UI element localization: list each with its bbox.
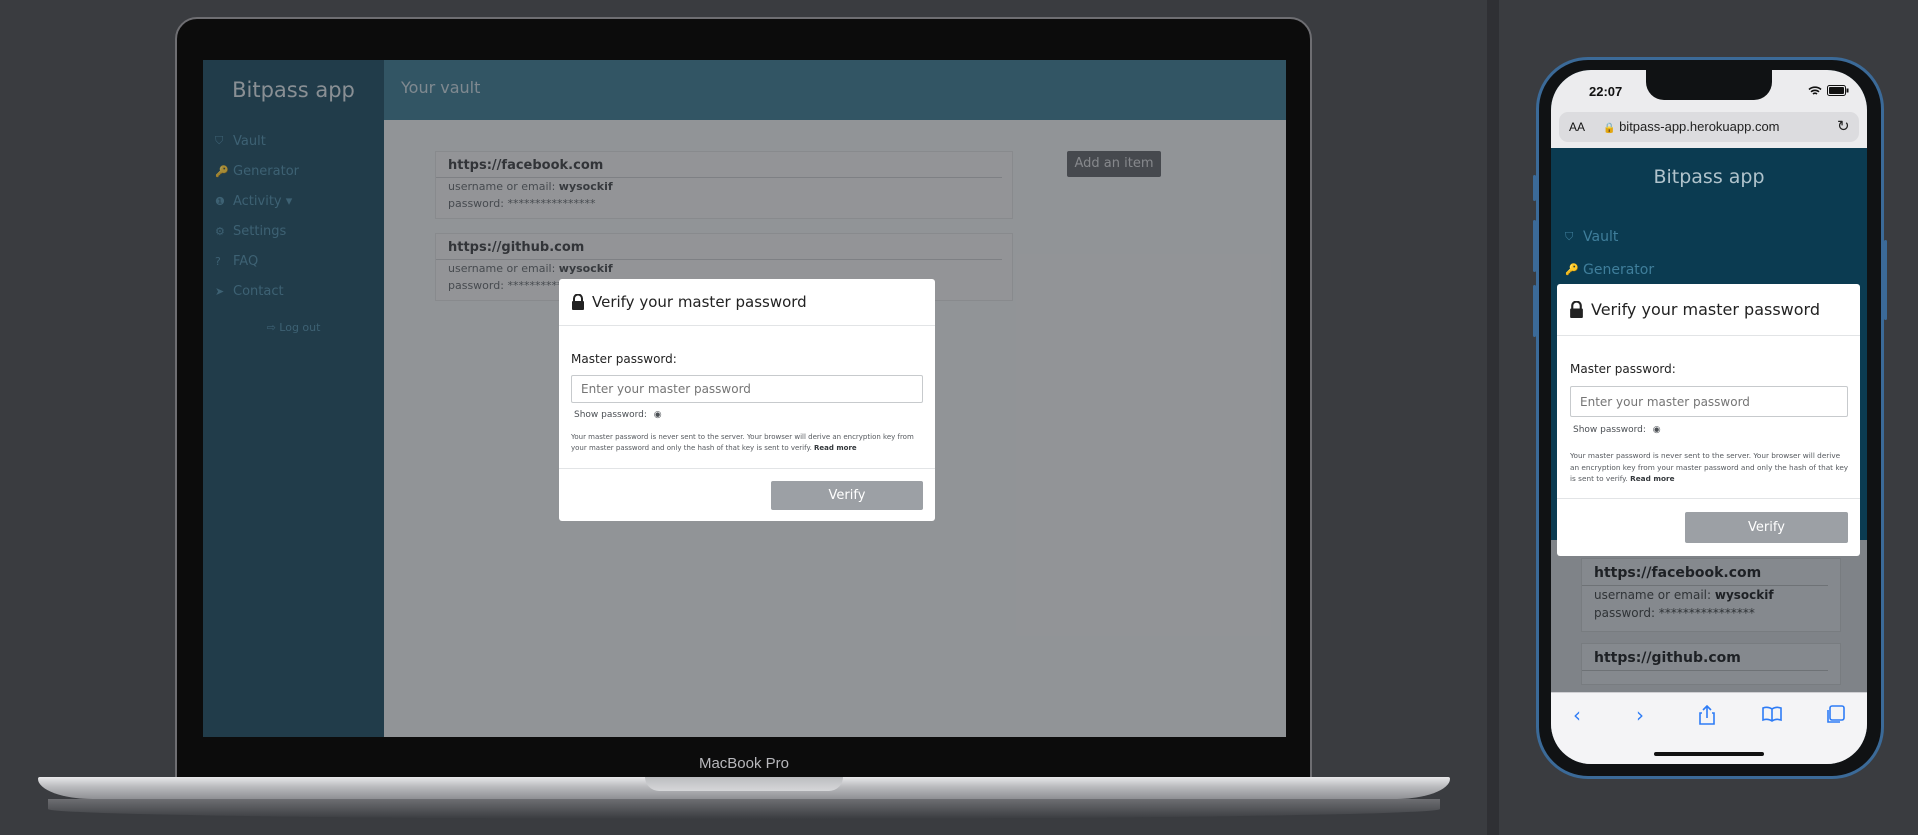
lock-icon (572, 294, 584, 310)
modal-title: Verify your master password (1591, 300, 1821, 319)
mobile-screen: 22:07 AA 🔒 bitpass-app.herokuapp.com ↻ B… (1551, 70, 1867, 764)
nav-item-label: Vault (1583, 228, 1619, 245)
vault-item-site: https://github.com (1582, 644, 1828, 671)
address-bar[interactable]: AA 🔒 bitpass-app.herokuapp.com ↻ (1559, 112, 1859, 142)
verify-button[interactable]: Verify (1685, 512, 1848, 543)
read-more-link[interactable]: Read more (814, 444, 857, 452)
modal-header: Verify your master password (559, 279, 935, 326)
modal-footer-divider (1557, 498, 1860, 500)
reload-icon[interactable]: ↻ (1837, 117, 1850, 135)
nav-item-label: Generator (1583, 261, 1655, 278)
show-password-toggle[interactable]: Show password: ◉ (1573, 425, 1661, 435)
master-password-input[interactable] (1570, 386, 1848, 417)
phone-power-button (1884, 240, 1887, 320)
wifi-icon (1808, 86, 1822, 95)
master-password-label: Master password: (1570, 362, 1676, 376)
mobile-nav: ⛉ Vault 🔑 Generator (1565, 220, 1654, 286)
modal-footer-divider (559, 468, 935, 470)
verify-modal: Verify your master password Master passw… (559, 279, 935, 521)
text-size-button[interactable]: AA (1569, 120, 1585, 134)
eye-icon: ◉ (1652, 425, 1661, 435)
master-password-input[interactable] (571, 375, 923, 403)
lock-icon: 🔒 (1603, 123, 1616, 134)
tabs-icon[interactable] (1825, 705, 1845, 725)
vault-item-password: password: **************** (1594, 606, 1755, 620)
eye-icon: ◉ (653, 410, 662, 420)
shield-icon: ⛉ (1565, 229, 1574, 243)
home-indicator (1654, 752, 1764, 756)
window-divider (1487, 0, 1499, 835)
share-icon[interactable] (1698, 705, 1716, 725)
bookmarks-icon[interactable] (1762, 706, 1782, 722)
modal-header: Verify your master password (1557, 284, 1860, 336)
lock-icon (1570, 301, 1583, 318)
verify-modal: Verify your master password Master passw… (1557, 284, 1860, 556)
key-icon: 🔑 (1565, 263, 1579, 276)
vault-item[interactable]: https://github.com (1581, 643, 1841, 685)
battery-icon (1827, 85, 1849, 96)
forward-icon[interactable]: › (1636, 703, 1644, 727)
show-password-toggle[interactable]: Show password: ◉ (574, 410, 662, 420)
app-brand: Bitpass app (1653, 166, 1765, 188)
security-note: Your master password is never sent to th… (1570, 451, 1849, 483)
verify-button[interactable]: Verify (771, 481, 923, 510)
device-label: MacBook Pro (698, 755, 790, 772)
phone-notch (1646, 70, 1772, 100)
modal-title: Verify your master password (592, 293, 807, 311)
show-password-label: Show password: (574, 410, 647, 420)
show-password-label: Show password: (1573, 425, 1646, 435)
nav-item-generator[interactable]: 🔑 Generator (1565, 253, 1654, 286)
macbook-shadow (48, 799, 1440, 819)
vault-item-site: https://facebook.com (1582, 559, 1828, 586)
macbook-hinge-notch (645, 777, 843, 791)
browser-address-area: AA 🔒 bitpass-app.herokuapp.com ↻ (1551, 108, 1867, 148)
read-more-link[interactable]: Read more (1630, 474, 1674, 483)
status-time: 22:07 (1589, 84, 1623, 99)
security-note: Your master password is never sent to th… (571, 433, 914, 452)
desktop-screen: Bitpass app ⛉ Vault 🔑 Generator ❶ Activity … (203, 60, 1286, 737)
nav-item-vault[interactable]: ⛉ Vault (1565, 220, 1654, 253)
master-password-label: Master password: (571, 352, 677, 366)
vault-item-username: username or email: wysockif (1594, 588, 1774, 602)
vault-item[interactable]: https://facebook.com username or email: … (1581, 558, 1841, 632)
back-icon[interactable]: ‹ (1573, 703, 1581, 727)
url-text: 🔒 bitpass-app.herokuapp.com (1603, 119, 1780, 134)
